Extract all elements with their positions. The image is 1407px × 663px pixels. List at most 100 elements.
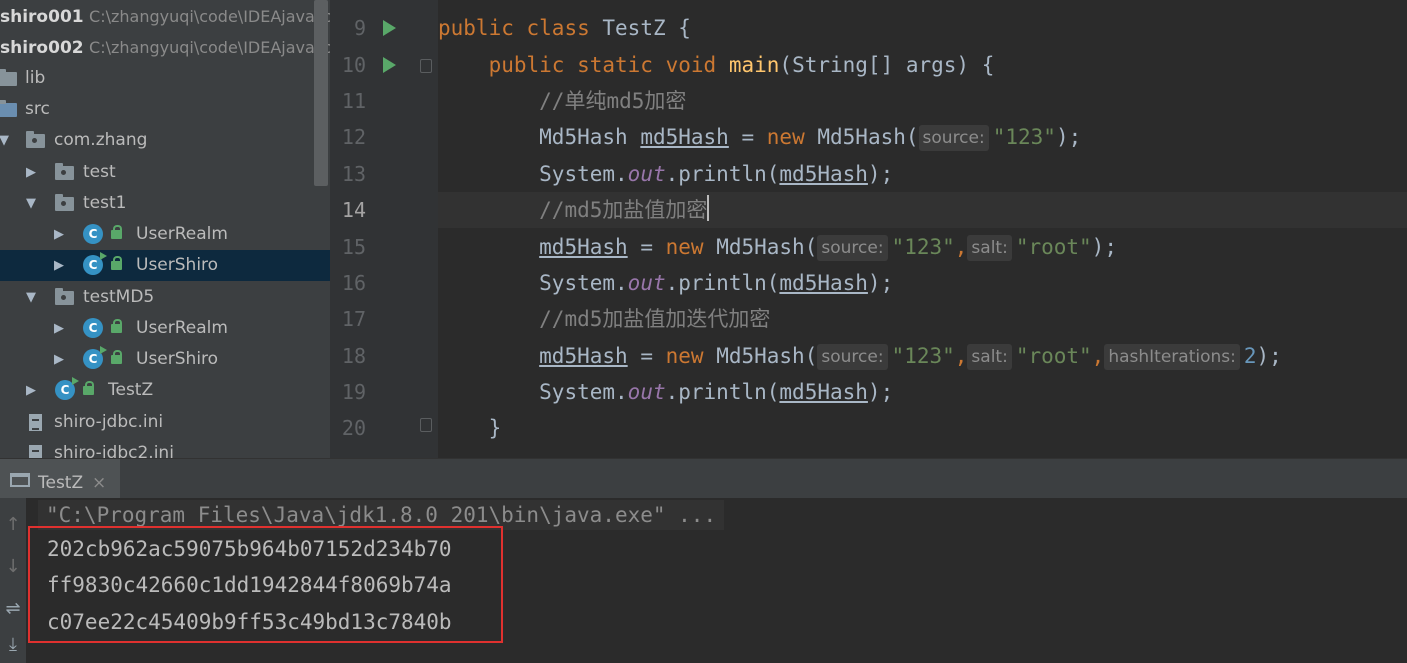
tree-item-test[interactable]: ▶ test (0, 157, 330, 188)
package-icon (55, 163, 74, 180)
run-tool-window-header: TestZ × (0, 458, 1407, 499)
line-number: 17 (341, 307, 366, 331)
source-folder-icon (0, 100, 17, 117)
class-icon: C (83, 318, 103, 338)
project-name: shiro002 (0, 38, 84, 58)
collapsed-arrow-icon[interactable]: ▶ (52, 344, 66, 375)
tree-item-usershiro[interactable]: ▶ C UserShiro (0, 250, 330, 281)
fold-icon[interactable] (420, 418, 432, 432)
collapsed-arrow-icon[interactable]: ▶ (52, 219, 66, 250)
code-line-13: System.out.println(md5Hash); (539, 162, 894, 186)
console-toolbar: ↑ ↓ ⇌ ⤓ (0, 498, 26, 663)
ini-file-icon (29, 414, 42, 431)
line-number: 11 (341, 89, 366, 113)
tree-item-label: shiro-jdbc.ini (54, 412, 164, 432)
tree-item-label: UserRealm (136, 224, 228, 244)
lock-icon (111, 225, 122, 239)
lock-icon (111, 319, 122, 333)
tree-item-userrealm[interactable]: ▶ C UserRealm (0, 219, 330, 250)
line-number: 9 (353, 16, 366, 40)
tree-item-src[interactable]: src (0, 94, 330, 125)
line-number: 15 (341, 235, 366, 259)
folder-icon (0, 69, 17, 86)
code-line-12: Md5Hash md5Hash = new Md5Hash(source: "12… (539, 125, 1082, 151)
collapsed-arrow-icon[interactable]: ▶ (24, 157, 38, 188)
run-marker-icon (100, 346, 107, 354)
run-tab-testz[interactable]: TestZ × (0, 459, 120, 499)
collapsed-arrow-icon[interactable]: ▶ (52, 250, 66, 281)
tree-item-shiro001[interactable]: shiro001 C:\zhangyuqi\code\IDEAjavacode (0, 1, 330, 32)
tree-item-label: test (83, 162, 116, 182)
line-number: 10 (341, 53, 366, 77)
ini-file-icon (29, 445, 42, 458)
code-line-10: public static void main(String[] args) { (488, 53, 995, 77)
param-hint: source: (817, 235, 888, 261)
code-line-18: md5Hash = new Md5Hash(source: "123", salt:… (539, 344, 1282, 370)
collapsed-arrow-icon[interactable]: ▶ (24, 375, 38, 406)
expanded-arrow-icon[interactable]: ▼ (24, 282, 38, 313)
line-number: 18 (341, 344, 366, 368)
run-marker-icon (72, 377, 79, 385)
code-line-19: System.out.println(md5Hash); (539, 380, 894, 404)
code-line-16: System.out.println(md5Hash); (539, 271, 894, 295)
tree-item-lib[interactable]: lib (0, 63, 330, 94)
tree-item-shiro-jdbc-ini[interactable]: shiro-jdbc.ini (0, 407, 330, 438)
fold-icon[interactable] (420, 59, 432, 73)
tree-item-userrealm[interactable]: ▶ C UserRealm (0, 313, 330, 344)
project-tree-panel: shiro001 C:\zhangyuqi\code\IDEAjavacode … (0, 0, 330, 458)
project-path: C:\zhangyuqi\code\IDEAjavacode (89, 38, 330, 57)
line-number: 14 (341, 198, 366, 222)
highlight-annotation-box (28, 526, 503, 643)
line-number: 19 (341, 380, 366, 404)
tree-scrollbar[interactable] (314, 0, 328, 186)
tree-item-usershiro[interactable]: ▶ C UserShiro (0, 344, 330, 375)
code-line-9: public class TestZ { (438, 16, 691, 40)
package-icon (26, 131, 45, 148)
tree-item-test1[interactable]: ▼ test1 (0, 188, 330, 219)
code-line-11: //单纯md5加密 (539, 89, 687, 113)
console-icon (10, 473, 30, 487)
param-hint: hashIterations: (1104, 344, 1240, 370)
package-icon (55, 194, 74, 211)
line-number: 12 (341, 125, 366, 149)
line-number: 16 (341, 271, 366, 295)
collapsed-arrow-icon[interactable]: ▶ (52, 313, 66, 344)
tree-item-label: testMD5 (83, 287, 155, 307)
soft-wrap-icon[interactable]: ⇌ (0, 598, 26, 619)
tree-item-label: com.zhang (54, 130, 148, 150)
expanded-arrow-icon[interactable]: ▼ (24, 188, 38, 219)
tree-item-label: UserShiro (136, 255, 219, 275)
param-hint: source: (817, 344, 888, 370)
code-line-20: } (488, 416, 502, 440)
project-path: C:\zhangyuqi\code\IDEAjavacode (89, 7, 330, 26)
param-hint: salt: (967, 344, 1012, 370)
expanded-arrow-icon[interactable]: ▼ (0, 125, 11, 156)
tree-item-testmd5[interactable]: ▼ testMD5 (0, 282, 330, 313)
line-number: 13 (341, 162, 366, 186)
run-class-icon[interactable] (383, 20, 396, 36)
scroll-to-end-icon[interactable]: ⤓ (0, 634, 26, 655)
tree-item-label: src (25, 99, 50, 119)
tree-item-shiro-jdbc2-ini[interactable]: shiro-jdbc2.ini (0, 438, 330, 458)
down-arrow-icon[interactable]: ↓ (0, 556, 26, 577)
tree-item-label: lib (25, 68, 46, 88)
lock-icon (83, 381, 94, 395)
run-main-icon[interactable] (383, 57, 396, 73)
code-line-15: md5Hash = new Md5Hash(source: "123", salt:… (539, 235, 1117, 261)
code-line-17: //md5加盐值加迭代加密 (539, 307, 771, 331)
param-hint: source: (918, 125, 989, 151)
tree-item-testz[interactable]: ▶ C TestZ (0, 375, 330, 406)
lock-icon (111, 256, 122, 270)
lock-icon (111, 350, 122, 364)
param-hint: salt: (967, 235, 1012, 261)
up-arrow-icon[interactable]: ↑ (0, 514, 26, 535)
tree-item-label: UserRealm (136, 318, 228, 338)
project-name: shiro001 (0, 7, 84, 27)
line-number: 20 (341, 416, 366, 440)
run-marker-icon (100, 252, 107, 260)
tree-item-com-zhang[interactable]: ▼ com.zhang (0, 125, 330, 156)
tree-item-label: UserShiro (136, 349, 219, 369)
package-icon (55, 288, 74, 305)
tree-item-shiro002[interactable]: shiro002 C:\zhangyuqi\code\IDEAjavacode (0, 32, 330, 63)
text-caret (707, 195, 710, 221)
